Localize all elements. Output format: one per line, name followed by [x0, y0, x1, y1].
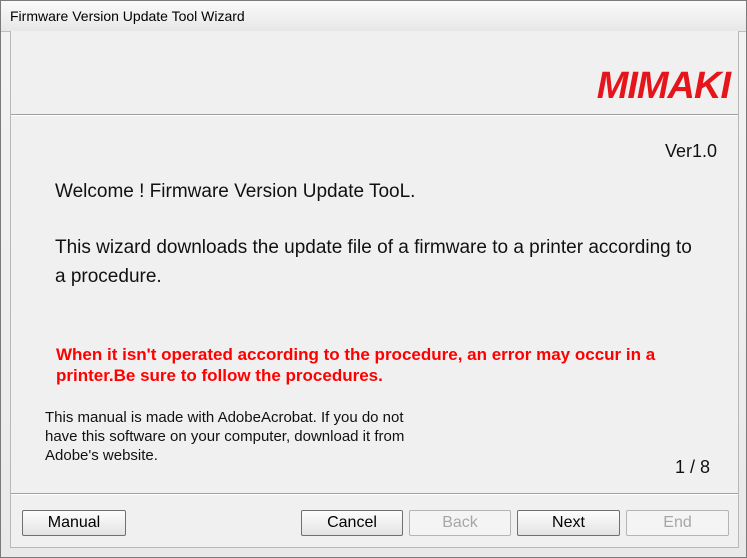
manual-note-text: This manual is made with AdobeAcrobat. I… — [45, 409, 405, 464]
window-title: Firmware Version Update Tool Wizard — [10, 8, 245, 24]
mimaki-logo: Mimaki — [596, 65, 731, 107]
next-button[interactable]: Next — [517, 510, 620, 536]
end-button[interactable]: End — [626, 510, 729, 536]
welcome-text: Welcome ! Firmware Version Update TooL. — [55, 181, 416, 202]
cancel-button[interactable]: Cancel — [301, 510, 403, 536]
description-text: This wizard downloads the update file of… — [55, 237, 692, 287]
version-label: Ver1.0 — [664, 141, 717, 161]
warning-text: When it isn't operated according to the … — [56, 345, 656, 385]
wizard-body: Mimaki Ver1.0 Welcome ! Firmware Version… — [10, 31, 739, 548]
wizard-window: Firmware Version Update Tool Wizard Mima… — [0, 0, 747, 558]
title-bar[interactable]: Firmware Version Update Tool Wizard — [1, 1, 746, 32]
page-indicator: 1 / 8 — [674, 457, 710, 477]
back-button[interactable]: Back — [409, 510, 511, 536]
header-divider — [11, 114, 738, 116]
footer-divider — [11, 493, 738, 495]
manual-button[interactable]: Manual — [22, 510, 126, 536]
